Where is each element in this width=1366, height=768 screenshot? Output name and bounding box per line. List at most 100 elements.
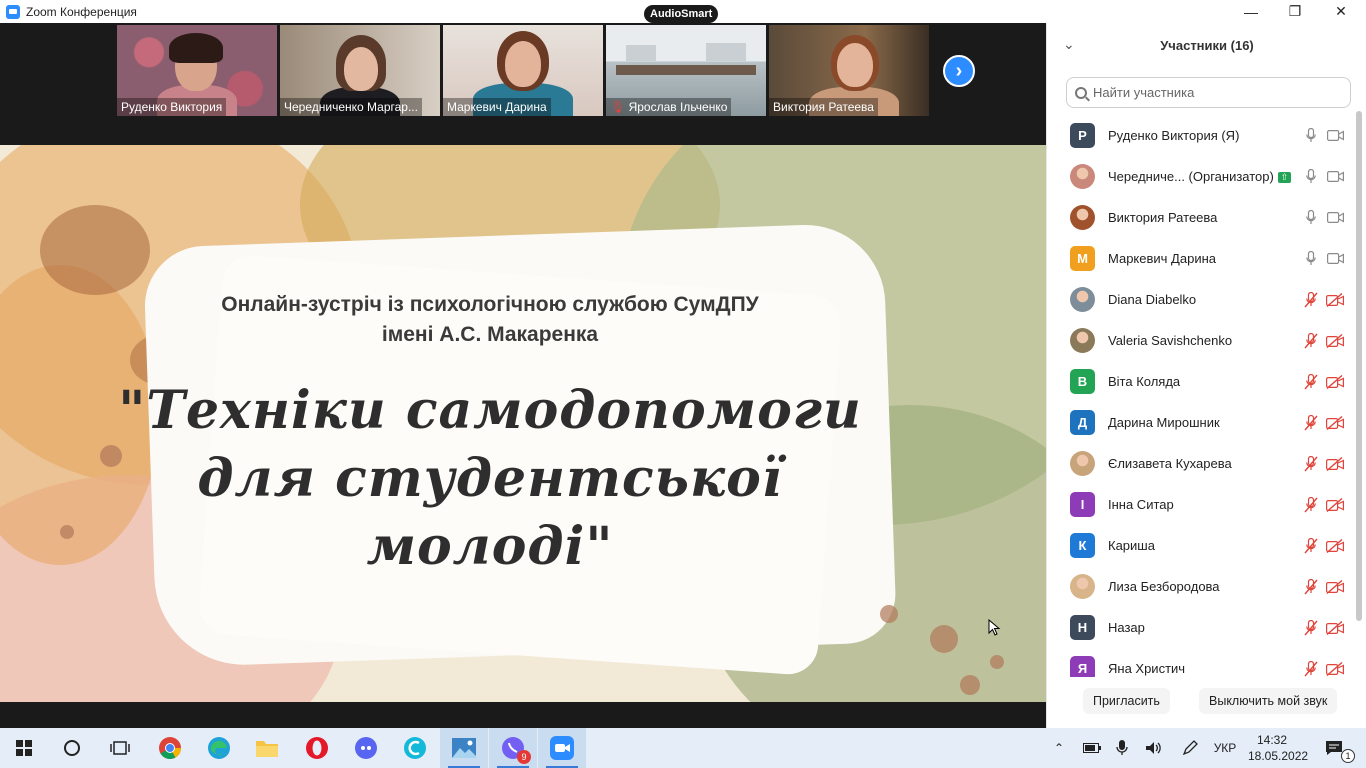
camera-off-icon[interactable]: [1326, 497, 1344, 512]
participant-row[interactable]: Виктория Ратеева: [1047, 197, 1357, 238]
participant-row[interactable]: І Інна Ситар: [1047, 484, 1357, 525]
camera-icon[interactable]: [1326, 170, 1344, 184]
cosmos-icon[interactable]: [391, 728, 439, 768]
participants-footer: Пригласить Выключить мой звук: [1047, 685, 1366, 721]
participant-row[interactable]: Д Дарина Мирошник: [1047, 402, 1357, 443]
participant-search-input[interactable]: [1093, 85, 1333, 100]
camera-off-icon[interactable]: [1326, 292, 1344, 307]
camera-icon[interactable]: [1326, 211, 1344, 225]
participants-title: Участники (16): [1160, 38, 1254, 53]
mute-self-button[interactable]: Выключить мой звук: [1199, 688, 1338, 714]
task-view-icon[interactable]: [96, 728, 144, 768]
participants-list: Р Руденко Виктория (Я) Чередниче... (Орган…: [1047, 115, 1357, 677]
camera-off-icon[interactable]: [1326, 415, 1344, 430]
participant-search[interactable]: [1066, 77, 1351, 108]
keyboard-language[interactable]: УКР: [1208, 728, 1242, 768]
participant-row[interactable]: Я Яна Христич: [1047, 648, 1357, 677]
participant-row[interactable]: Чередниче... (Организатор) ⇧: [1047, 156, 1357, 197]
video-tile[interactable]: 🎙︎ Ярослав Ільченко: [606, 25, 766, 116]
edge-icon[interactable]: [195, 728, 243, 768]
mic-muted-icon[interactable]: [1304, 578, 1318, 595]
mouse-cursor-icon: [988, 619, 1001, 636]
camera-off-icon[interactable]: [1326, 333, 1344, 348]
pen-icon[interactable]: [1176, 728, 1204, 768]
mic-muted-icon[interactable]: [1304, 455, 1318, 472]
mic-icon[interactable]: [1304, 128, 1318, 144]
video-tile[interactable]: Чередниченко Маргар...: [280, 25, 440, 116]
participant-row[interactable]: Valeria Savishchenko: [1047, 320, 1357, 361]
discord-icon[interactable]: [342, 728, 390, 768]
mic-muted-icon[interactable]: [1304, 619, 1318, 636]
microphone-icon[interactable]: [1110, 728, 1134, 768]
participant-row[interactable]: К Кариша: [1047, 525, 1357, 566]
participant-row[interactable]: Н Назар: [1047, 607, 1357, 648]
chrome-icon[interactable]: [146, 728, 194, 768]
chevron-right-icon[interactable]: ›: [943, 55, 975, 87]
video-tile[interactable]: Руденко Виктория: [117, 25, 277, 116]
participant-row[interactable]: Лиза Безбородова: [1047, 566, 1357, 607]
mic-icon[interactable]: [1304, 251, 1318, 267]
camera-off-icon[interactable]: [1326, 579, 1344, 594]
participant-avatar: [1070, 287, 1095, 312]
participant-name: Чередниче... (Организатор) ⇧: [1108, 169, 1291, 184]
chevron-up-icon[interactable]: ⌃: [1048, 728, 1070, 768]
video-tile[interactable]: Маркевич Дарина: [443, 25, 603, 116]
video-tile-name: 🎙︎ Ярослав Ільченко: [606, 98, 732, 116]
shared-slide: Онлайн-зустріч із психологічною службою …: [0, 145, 1046, 702]
file-explorer-icon[interactable]: [243, 728, 291, 768]
camera-off-icon[interactable]: [1326, 538, 1344, 553]
battery-icon[interactable]: [1080, 728, 1104, 768]
camera-off-icon[interactable]: [1326, 620, 1344, 635]
participant-row[interactable]: В Віта Коляда: [1047, 361, 1357, 402]
participant-row[interactable]: Diana Diabelko: [1047, 279, 1357, 320]
participant-name: Diana Diabelko: [1108, 292, 1196, 307]
participant-name: Valeria Savishchenko: [1108, 333, 1232, 348]
minimize-icon[interactable]: —: [1228, 0, 1274, 23]
mic-muted-icon[interactable]: [1304, 373, 1318, 390]
participant-avatar: Д: [1070, 410, 1095, 435]
camera-icon[interactable]: [1326, 129, 1344, 143]
notification-badge: 1: [1341, 749, 1355, 763]
video-tile-label: Ярослав Ільченко: [628, 100, 728, 114]
video-tile-active-speaker[interactable]: Виктория Ратеева: [769, 25, 929, 116]
participant-row[interactable]: М Маркевич Дарина: [1047, 238, 1357, 279]
windows-start-icon[interactable]: [0, 728, 48, 768]
screen-share-badge-icon: ⇧: [1277, 172, 1291, 184]
video-gallery-strip: Руденко Виктория Чередниченко Маргар... …: [0, 23, 1046, 145]
participant-avatar: Р: [1070, 123, 1095, 148]
mic-muted-icon[interactable]: [1304, 291, 1318, 308]
opera-icon[interactable]: [293, 728, 341, 768]
viber-icon[interactable]: 9: [489, 728, 537, 768]
participant-avatar: І: [1070, 492, 1095, 517]
viber-badge: 9: [517, 750, 531, 764]
video-tile-name: Чередниченко Маргар...: [280, 98, 422, 116]
mic-muted-icon[interactable]: [1304, 332, 1318, 349]
mic-icon[interactable]: [1304, 169, 1318, 185]
camera-off-icon[interactable]: [1326, 456, 1344, 471]
participant-name: Назар: [1108, 620, 1145, 635]
invite-button[interactable]: Пригласить: [1083, 688, 1170, 714]
participants-scrollbar[interactable]: [1356, 111, 1362, 621]
mic-muted-icon[interactable]: [1304, 496, 1318, 513]
mic-icon[interactable]: [1304, 210, 1318, 226]
system-clock[interactable]: 14:32 18.05.2022: [1248, 732, 1308, 764]
notifications-icon[interactable]: 1: [1312, 728, 1356, 768]
close-icon[interactable]: ✕: [1318, 0, 1364, 23]
mic-muted-icon[interactable]: [1304, 660, 1318, 677]
windows-taskbar: 9 ⌃ УКР 14:32 18.05.2022 1: [0, 728, 1366, 768]
mic-muted-icon[interactable]: [1304, 537, 1318, 554]
participant-row[interactable]: Єлизавета Кухарева: [1047, 443, 1357, 484]
maximize-icon[interactable]: ❐: [1272, 0, 1318, 23]
camera-off-icon[interactable]: [1326, 661, 1344, 676]
video-tile-name: Руденко Виктория: [117, 98, 227, 116]
audiosmart-badge[interactable]: AudioSmart: [644, 5, 719, 23]
participant-name: Виктория Ратеева: [1108, 210, 1217, 225]
search-circle-icon[interactable]: [48, 728, 96, 768]
participant-row[interactable]: Р Руденко Виктория (Я): [1047, 115, 1357, 156]
zoom-icon[interactable]: [538, 728, 586, 768]
camera-icon[interactable]: [1326, 252, 1344, 266]
speaker-icon[interactable]: [1142, 728, 1166, 768]
photos-icon[interactable]: [440, 728, 488, 768]
camera-off-icon[interactable]: [1326, 374, 1344, 389]
mic-muted-icon[interactable]: [1304, 414, 1318, 431]
